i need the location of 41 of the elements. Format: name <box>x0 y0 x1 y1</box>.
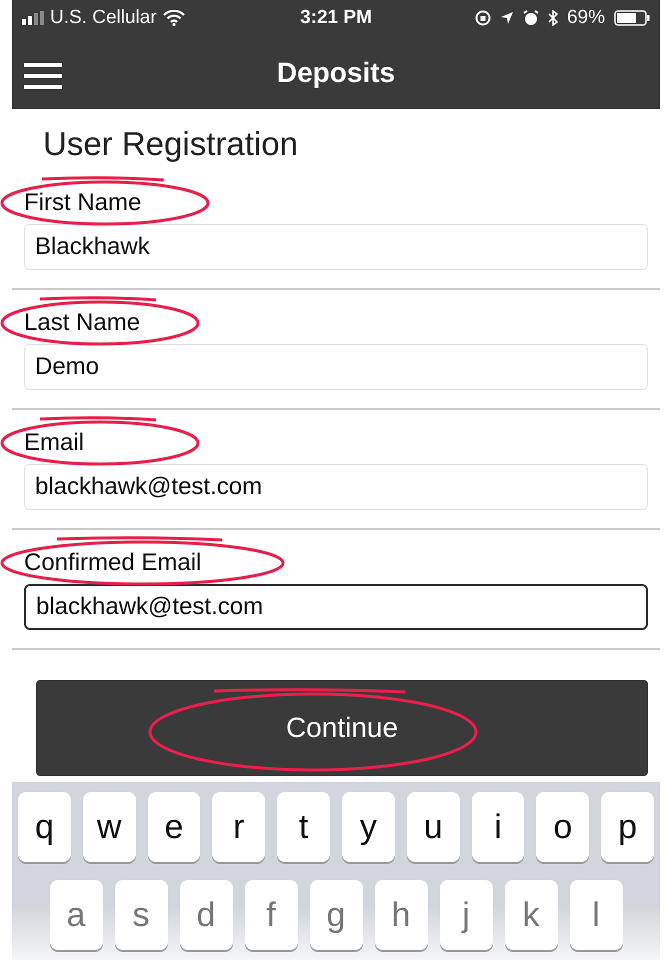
bluetooth-icon <box>548 10 558 26</box>
nav-title: Deposits <box>276 56 396 89</box>
keyboard-key[interactable]: d <box>180 880 232 950</box>
alarm-icon <box>522 10 539 26</box>
page-heading: User Registration <box>42 124 299 164</box>
field-label: First Name <box>24 189 142 218</box>
keyboard-key[interactable]: u <box>406 792 460 862</box>
field-label: Email <box>24 429 84 458</box>
field-label: Confirmed Email <box>24 549 202 578</box>
keyboard-key[interactable]: e <box>148 792 200 862</box>
keyboard-key[interactable]: q <box>18 792 71 862</box>
carrier-name: U.S. Cellular <box>50 7 157 30</box>
text-field[interactable]: blackhawk@test.com <box>24 584 648 630</box>
field-label: Last Name <box>24 309 140 338</box>
menu-button[interactable] <box>24 63 62 90</box>
keyboard-key[interactable]: s <box>114 880 168 950</box>
keyboard-key[interactable]: p <box>601 792 654 862</box>
keyboard-key[interactable]: w <box>82 792 136 862</box>
keyboard-key[interactable]: y <box>342 792 395 862</box>
keyboard-key[interactable]: l <box>570 880 622 950</box>
continue-button[interactable]: Continue <box>36 680 648 776</box>
keyboard-key[interactable]: r <box>212 792 266 862</box>
text-field[interactable]: blackhawk@test.com <box>24 464 648 510</box>
keyboard-key[interactable]: k <box>504 880 558 950</box>
keyboard-key[interactable]: g <box>310 880 362 950</box>
rotation-lock-icon <box>474 10 491 26</box>
keyboard-key[interactable]: t <box>277 792 330 862</box>
keyboard-key[interactable]: i <box>472 792 524 862</box>
keyboard-key[interactable]: h <box>374 880 428 950</box>
battery-percent: 69% <box>566 7 605 30</box>
text-field[interactable]: Blackhawk <box>24 224 648 270</box>
status-time: 3:21 PM <box>300 7 372 30</box>
keyboard-key[interactable]: j <box>440 880 492 950</box>
battery-icon <box>614 10 650 26</box>
signal-icon <box>22 11 44 26</box>
keyboard-key[interactable]: a <box>50 880 102 950</box>
keyboard-key[interactable]: f <box>244 880 298 950</box>
wifi-icon <box>162 10 185 26</box>
text-field[interactable]: Demo <box>24 344 648 390</box>
location-icon <box>500 11 514 26</box>
keyboard-key[interactable]: o <box>536 792 590 862</box>
